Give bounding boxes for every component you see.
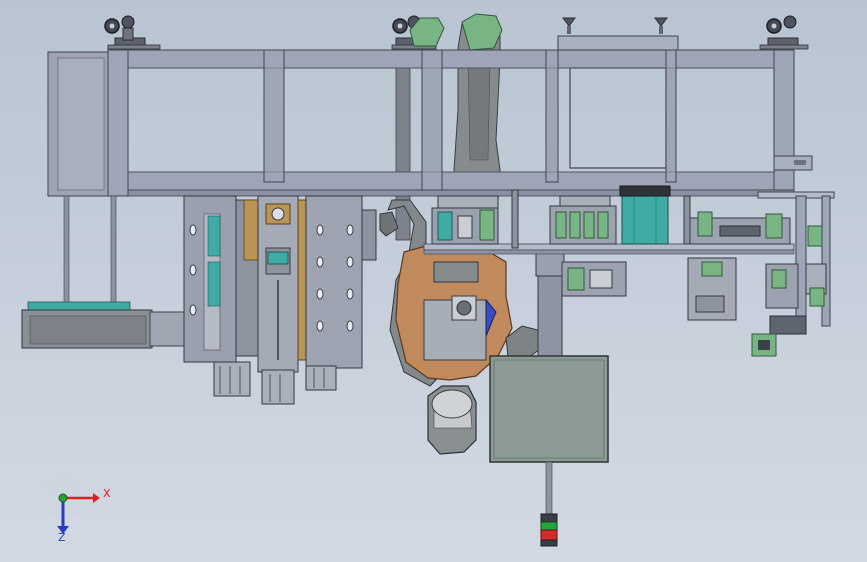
base-block-left bbox=[21, 309, 197, 349]
conveyor-deck bbox=[423, 243, 795, 255]
machine-assembly-drawing[interactable] bbox=[0, 0, 867, 562]
x-axis-label: X bbox=[103, 487, 111, 500]
lower-mechanism-right bbox=[561, 257, 807, 357]
support-legs-left bbox=[27, 195, 131, 313]
caster-wheel-left bbox=[104, 15, 161, 50]
fixture-group-center bbox=[431, 189, 519, 249]
signal-tower-light bbox=[540, 461, 558, 547]
robot-end-effector bbox=[427, 385, 477, 455]
leveling-foot-2 bbox=[654, 17, 668, 34]
caster-wheel-right bbox=[759, 15, 809, 50]
cylinder-drum bbox=[619, 185, 671, 245]
side-frame-right bbox=[795, 195, 831, 327]
main-frame bbox=[47, 35, 813, 197]
coordinate-triad bbox=[41, 476, 100, 534]
cad-viewport[interactable]: X Z bbox=[0, 0, 867, 562]
center-pillar bbox=[535, 249, 565, 359]
electrical-control-box bbox=[489, 355, 609, 463]
z-axis-label: Z bbox=[58, 531, 66, 544]
leveling-foot-1 bbox=[562, 17, 576, 34]
module-column-3 bbox=[297, 195, 377, 391]
fixture-group-right-a bbox=[549, 195, 617, 245]
